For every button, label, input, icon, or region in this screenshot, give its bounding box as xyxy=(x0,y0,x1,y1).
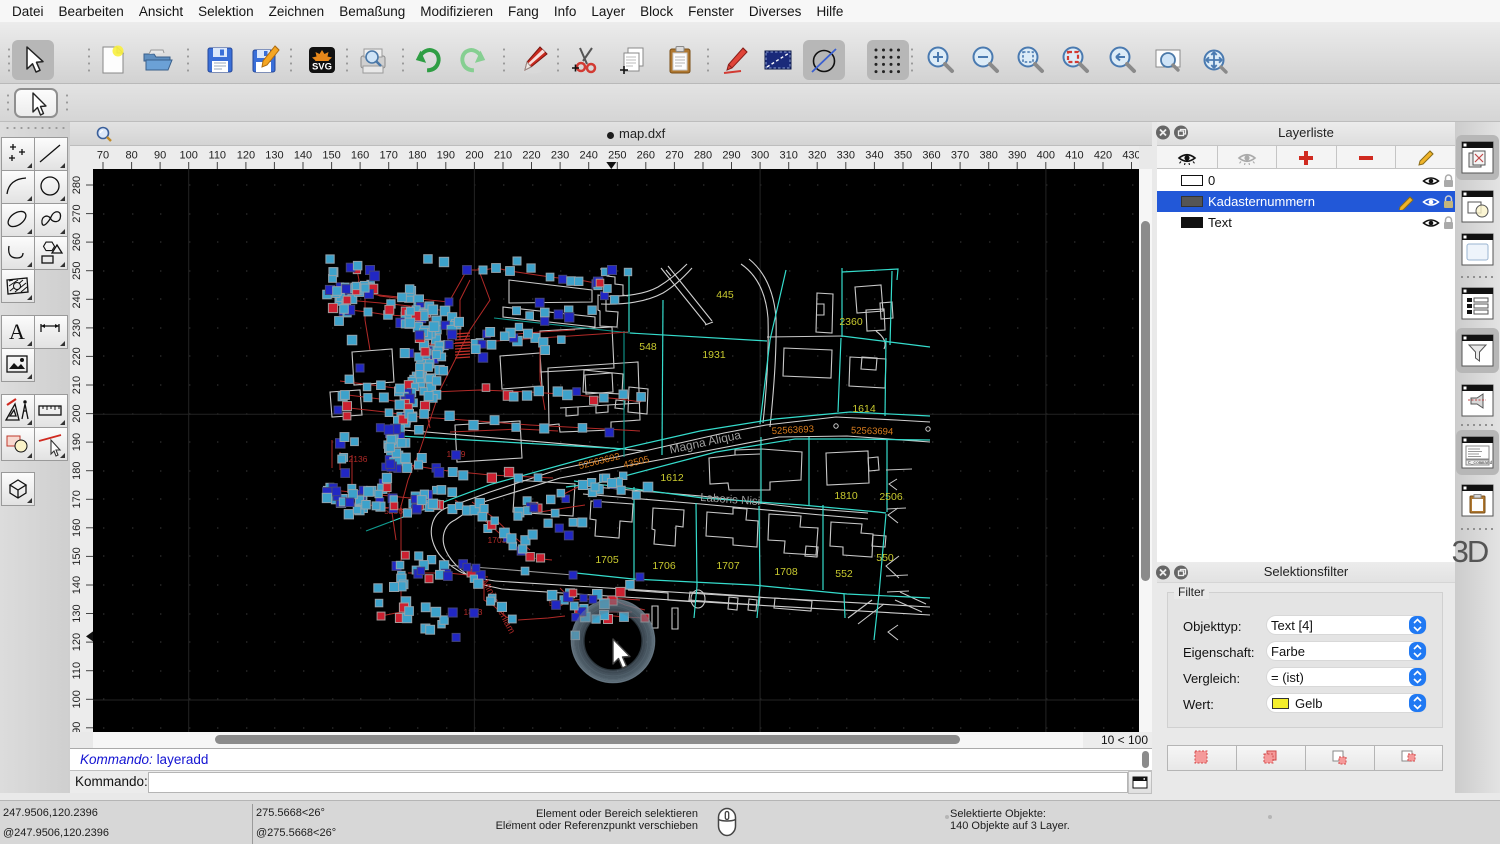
svg-text:2506: 2506 xyxy=(879,491,903,503)
svg-text:340: 340 xyxy=(865,150,883,162)
svg-text:210: 210 xyxy=(71,376,83,394)
svg-text:190: 190 xyxy=(71,433,83,451)
svg-text:110: 110 xyxy=(209,150,227,162)
svg-text:240: 240 xyxy=(580,150,598,162)
svg-text:80: 80 xyxy=(125,150,137,162)
svg-text:200: 200 xyxy=(465,150,483,162)
svg-text:90: 90 xyxy=(71,722,83,732)
svg-text:70: 70 xyxy=(97,150,109,162)
svg-text:280: 280 xyxy=(694,150,712,162)
svg-text:130: 130 xyxy=(71,604,83,622)
svg-text:280: 280 xyxy=(71,176,83,194)
svg-text:100: 100 xyxy=(71,690,83,708)
svg-text:260: 260 xyxy=(71,233,83,251)
svg-text:300: 300 xyxy=(751,150,769,162)
svg-text:52563693: 52563693 xyxy=(771,424,814,437)
svg-text:1810: 1810 xyxy=(834,490,858,502)
svg-text:52563694: 52563694 xyxy=(851,425,894,437)
svg-text:150: 150 xyxy=(71,547,83,565)
svg-text:160: 160 xyxy=(351,150,369,162)
svg-text:210: 210 xyxy=(494,150,512,162)
svg-text:220: 220 xyxy=(71,347,83,365)
svg-text:160: 160 xyxy=(71,519,83,537)
svg-text:250: 250 xyxy=(608,150,626,162)
svg-text:C_command: C_command xyxy=(1468,460,1493,466)
svg-text:2360: 2360 xyxy=(839,316,863,328)
svg-text:SVG: SVG xyxy=(312,62,332,73)
svg-text:180: 180 xyxy=(71,462,83,480)
svg-text:290: 290 xyxy=(722,150,740,162)
svg-text:310: 310 xyxy=(780,150,798,162)
svg-text:1614: 1614 xyxy=(852,403,876,415)
svg-text:170: 170 xyxy=(380,150,398,162)
svg-text:110: 110 xyxy=(71,662,83,680)
svg-text:220: 220 xyxy=(522,150,540,162)
svg-text:190: 190 xyxy=(437,150,455,162)
svg-text:230: 230 xyxy=(551,150,569,162)
svg-text:370: 370 xyxy=(951,150,969,162)
svg-text:1707: 1707 xyxy=(716,560,740,572)
svg-text:180: 180 xyxy=(408,150,426,162)
svg-text:1708: 1708 xyxy=(774,566,798,578)
svg-text:380: 380 xyxy=(980,150,998,162)
svg-text:390: 390 xyxy=(1008,150,1026,162)
svg-text:330: 330 xyxy=(837,150,855,162)
svg-text:130: 130 xyxy=(265,150,283,162)
svg-text:410: 410 xyxy=(1065,150,1083,162)
svg-text:445: 445 xyxy=(716,289,734,301)
svg-text:120: 120 xyxy=(71,633,83,651)
svg-text:250: 250 xyxy=(71,262,83,280)
svg-text:200: 200 xyxy=(71,404,83,422)
svg-text:120: 120 xyxy=(237,150,255,162)
svg-text:170: 170 xyxy=(71,490,83,508)
svg-text:550: 550 xyxy=(876,552,894,564)
svg-text:A: A xyxy=(9,319,25,344)
svg-text:100: 100 xyxy=(180,150,198,162)
svg-text:350: 350 xyxy=(894,150,912,162)
svg-text:150: 150 xyxy=(322,150,340,162)
svg-text:260: 260 xyxy=(637,150,655,162)
svg-text:1706: 1706 xyxy=(652,560,676,572)
svg-text:1612: 1612 xyxy=(660,472,684,484)
svg-text:320: 320 xyxy=(808,150,826,162)
svg-text:420: 420 xyxy=(1094,150,1112,162)
svg-text:140: 140 xyxy=(294,150,312,162)
svg-text:548: 548 xyxy=(639,341,657,353)
svg-text:270: 270 xyxy=(665,150,683,162)
svg-text:400: 400 xyxy=(1037,150,1055,162)
svg-text:230: 230 xyxy=(71,319,83,337)
svg-text:240: 240 xyxy=(71,290,83,308)
svg-text:90: 90 xyxy=(154,150,166,162)
svg-text:552: 552 xyxy=(835,568,853,580)
svg-text:1931: 1931 xyxy=(702,349,726,361)
svg-text:430: 430 xyxy=(1122,150,1139,162)
svg-text:270: 270 xyxy=(71,204,83,222)
svg-text:2136: 2136 xyxy=(349,454,368,464)
svg-text:140: 140 xyxy=(71,576,83,594)
svg-text:1705: 1705 xyxy=(595,554,619,566)
svg-text:360: 360 xyxy=(922,150,940,162)
